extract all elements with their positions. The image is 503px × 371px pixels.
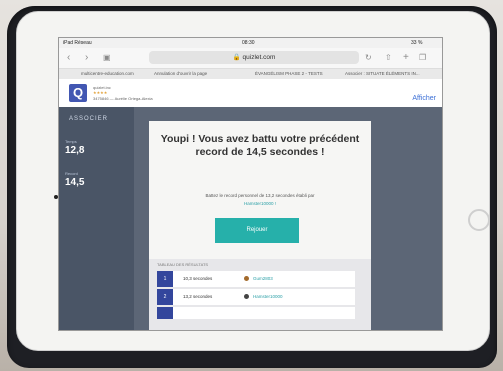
tab-2[interactable]: Annulation d'ouvrir la page [154, 71, 207, 76]
modal-record-user[interactable]: Hamster10000 ! [161, 201, 359, 206]
home-button[interactable] [468, 209, 490, 231]
rank-badge [157, 307, 173, 319]
result-time: 10,3 secondes [183, 276, 213, 281]
quizlet-logo[interactable]: Q [69, 84, 87, 102]
rejouer-button[interactable]: Rejouer [215, 218, 299, 243]
status-battery: 33 % [411, 40, 423, 46]
user-avatar-icon [244, 276, 249, 281]
tabs-icon[interactable]: ❐ [419, 52, 426, 64]
browser-toolbar: ‹ › ▣ 🔒 quizlet.com ↻ ⇧ + ❐ [59, 48, 442, 69]
rank-badge: 2 [157, 289, 173, 305]
reload-icon[interactable]: ↻ [365, 52, 372, 64]
share-icon[interactable]: ⇧ [385, 52, 392, 64]
content-area: Youpi ! Vous avez battu votre précédent … [134, 107, 442, 330]
time-label: Temps [65, 139, 77, 144]
result-user[interactable]: Gum2803 [253, 276, 273, 281]
status-time: 08:30 [242, 40, 255, 46]
result-time: 13,2 secondes [183, 294, 213, 299]
result-user[interactable]: Hamster10000 [253, 294, 283, 299]
forward-icon[interactable]: › [85, 52, 88, 64]
sidebar-title: ASSOCIER [69, 116, 109, 122]
status-bar: iPad Réseau 08:30 33 % [59, 38, 442, 48]
table-row: 1 10,3 secondes Gum2803 [157, 271, 355, 287]
status-carrier: iPad Réseau [63, 40, 92, 46]
lock-icon: 🔒 [232, 54, 241, 61]
modal-title: Youpi ! Vous avez battu votre précédent … [160, 133, 360, 158]
url-text: quizlet.com [242, 54, 276, 61]
bookmarks-icon[interactable]: ▣ [103, 52, 111, 64]
ipad-screen: iPad Réseau 08:30 33 % ‹ › ▣ 🔒 quizlet.c… [58, 37, 443, 331]
results-title: TABLEAU DES RÉSULTATS [157, 262, 209, 267]
table-row [157, 307, 355, 319]
tab-4[interactable]: Associer : SITUATE ÉLÉMENTS IN... [345, 71, 420, 76]
afficher-link[interactable]: Afficher [412, 95, 436, 102]
record-label: Record [65, 171, 78, 176]
tab-3[interactable]: ÉVANGÉLISM PHASE 2 - TESTS [255, 71, 323, 76]
new-tab-icon[interactable]: + [403, 52, 409, 64]
table-row: 2 13,2 secondes Hamster10000 [157, 289, 355, 305]
header-detail: 3475846 — Aurélie Ortega-Alexia [93, 96, 153, 101]
page-header: Q quizlet.inc ★★★★ 3475846 — Aurélie Ort… [59, 79, 442, 108]
result-modal: Youpi ! Vous avez battu votre précédent … [149, 121, 371, 330]
url-field[interactable]: 🔒 quizlet.com [149, 51, 359, 64]
tab-1[interactable]: multicentre-education.com [81, 71, 134, 76]
user-avatar-icon [244, 294, 249, 299]
sidebar: ASSOCIER Temps 12,8 Record 14,5 [59, 107, 134, 330]
rank-badge: 1 [157, 271, 173, 287]
back-icon[interactable]: ‹ [67, 52, 70, 64]
rating-stars: ★★★★ [93, 90, 108, 95]
results-table: TABLEAU DES RÉSULTATS 1 10,3 secondes Gu… [149, 259, 371, 330]
modal-subtitle: Battez le record personnel de 13,2 secon… [205, 193, 315, 198]
time-value: 12,8 [65, 145, 85, 156]
record-value: 14,5 [65, 177, 85, 188]
